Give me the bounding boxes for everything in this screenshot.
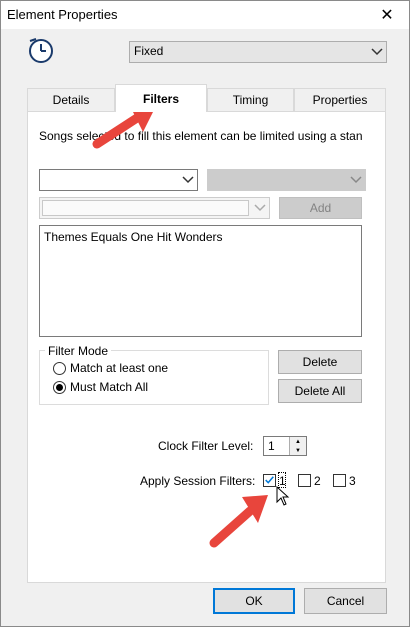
add-button-label: Add (309, 201, 332, 215)
clock-filter-level-label: Clock Filter Level: (158, 439, 254, 453)
filter-value-inner-box (42, 200, 249, 216)
filter-mode-label: Filter Mode (45, 344, 112, 358)
radio-must-match-all-label: Must Match All (70, 380, 149, 394)
chevron-down-icon (371, 48, 383, 56)
session-filter-3-label: 3 (349, 474, 356, 488)
radio-button[interactable] (53, 361, 66, 375)
radio-match-at-least-one-label: Match at least one (70, 361, 169, 375)
tab-timing[interactable]: Timing (207, 88, 294, 111)
chevron-down-icon (350, 176, 362, 184)
filter-mode-group (39, 350, 269, 405)
window-title: Element Properties (7, 7, 118, 22)
clock-icon (29, 38, 53, 63)
radio-button[interactable] (53, 380, 66, 394)
delete-button-label: Delete (302, 355, 338, 369)
filters-description: Songs selected to fill this element can … (39, 129, 363, 143)
close-button[interactable]: ✕ (365, 1, 409, 29)
element-type-select[interactable]: Fixed (129, 41, 387, 63)
ok-button[interactable]: OK (213, 588, 295, 614)
tab-properties-label: Properties (312, 93, 368, 107)
cancel-button-label: Cancel (326, 594, 365, 608)
list-item[interactable]: Themes Equals One Hit Wonders (44, 230, 223, 244)
element-type-value: Fixed (134, 44, 164, 58)
tab-timing-label: Timing (232, 93, 269, 107)
session-filter-2-checkbox[interactable] (298, 474, 311, 487)
radio-must-match-all[interactable]: Must Match All (53, 380, 148, 394)
chevron-down-icon (182, 176, 194, 184)
delete-button[interactable]: Delete (278, 350, 362, 374)
radio-match-at-least-one[interactable]: Match at least one (53, 361, 168, 375)
spin-up-icon[interactable]: ▲ (289, 437, 306, 446)
filter-operator-select[interactable] (207, 169, 366, 191)
cancel-button[interactable]: Cancel (304, 588, 387, 614)
title-bar: Element Properties ✕ (1, 1, 409, 29)
tab-properties[interactable]: Properties (294, 88, 386, 111)
filter-field-select[interactable] (39, 169, 198, 191)
ok-button-label: OK (245, 594, 263, 608)
spin-down-icon[interactable]: ▼ (289, 446, 306, 455)
session-filter-2-label: 2 (314, 474, 321, 488)
filter-value-select[interactable] (39, 197, 270, 219)
tab-filters[interactable]: Filters (115, 84, 207, 112)
clock-filter-level-spinner[interactable]: ▲ ▼ (289, 437, 306, 455)
session-filter-3-checkbox[interactable] (333, 474, 346, 487)
chevron-down-icon (254, 204, 266, 212)
add-button[interactable]: Add (279, 197, 362, 219)
clock-filter-level-value: 1 (268, 439, 275, 453)
element-properties-window: Element Properties ✕ Fixed Details Filte… (0, 0, 410, 627)
delete-all-button-label: Delete All (294, 384, 346, 398)
tab-details-label: Details (52, 93, 90, 107)
annotation-arrow-icon (209, 495, 268, 548)
delete-all-button[interactable]: Delete All (278, 379, 362, 403)
filters-listbox[interactable]: Themes Equals One Hit Wonders (39, 225, 362, 337)
tab-filters-label: Filters (142, 91, 179, 106)
